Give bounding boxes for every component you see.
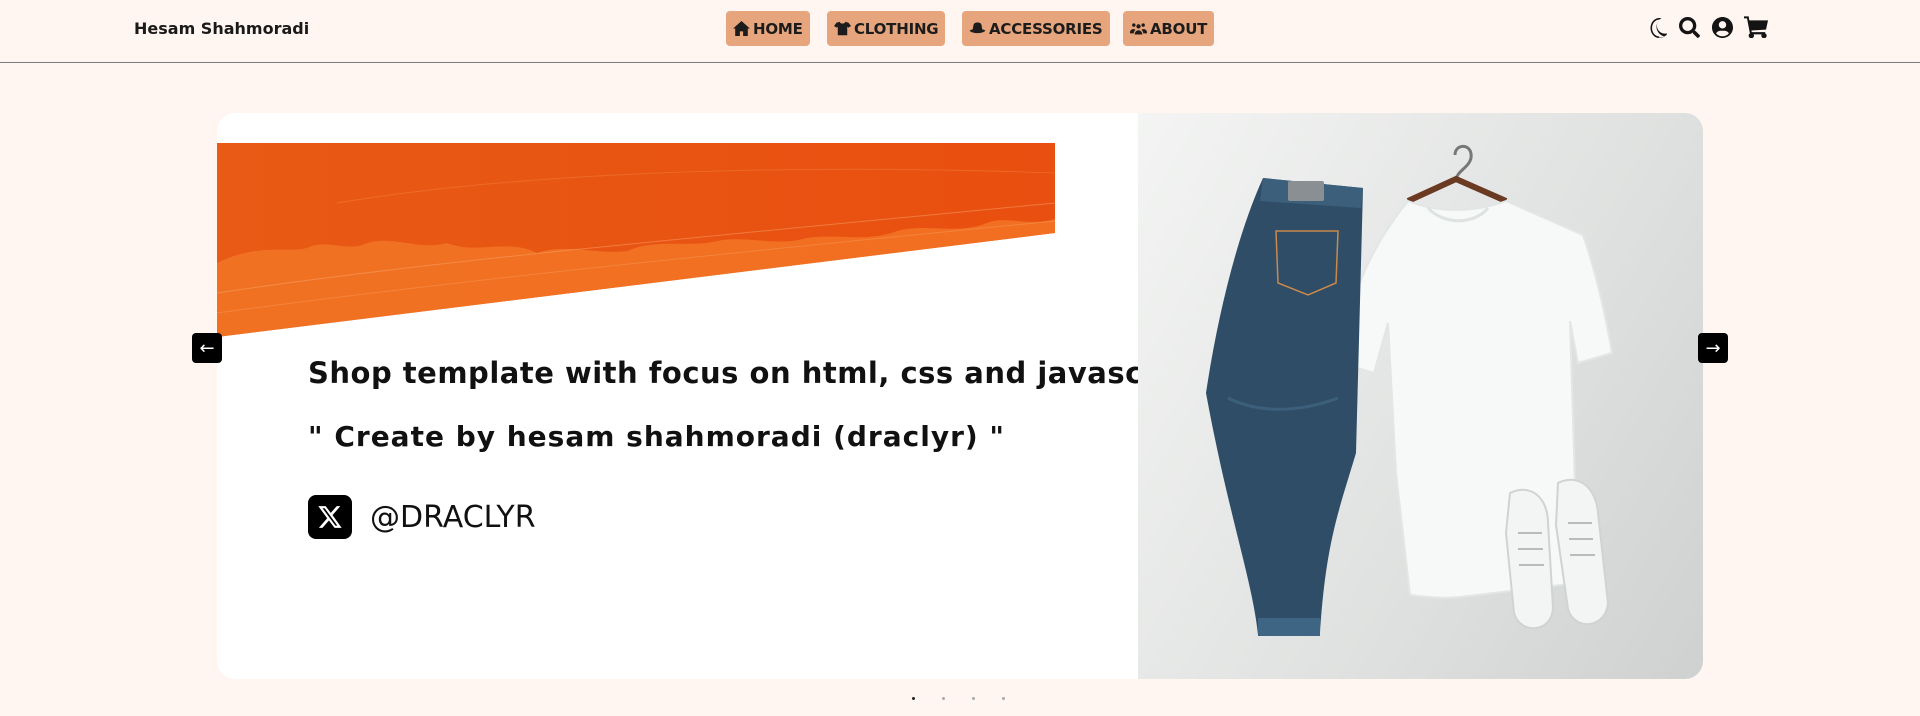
product-photo — [1138, 113, 1703, 679]
brand-name[interactable]: Hesam Shahmoradi — [134, 19, 309, 38]
nav-clothing-label: CLOTHING — [854, 19, 939, 38]
moon-icon[interactable] — [1649, 18, 1667, 38]
nav-home-label: HOME — [753, 19, 803, 38]
hanger-icon — [1453, 144, 1473, 182]
slider-dot[interactable] — [942, 697, 945, 700]
navbar: Hesam Shahmoradi HOME CLOTHING ACCESSORI… — [0, 0, 1920, 63]
x-logo-icon[interactable] — [308, 495, 352, 539]
shirt-icon — [834, 21, 851, 36]
slide-subline: " Create by hesam shahmoradi (draclyr) " — [308, 420, 1006, 453]
users-icon — [1130, 23, 1147, 35]
slider-dot[interactable] — [912, 697, 915, 700]
orange-banner — [217, 143, 1055, 337]
social-handle[interactable]: @DRACLYR — [370, 500, 536, 535]
slider-prev-button[interactable]: ← — [192, 333, 222, 363]
house-icon — [733, 21, 750, 36]
slider-next-button[interactable]: → — [1698, 333, 1728, 363]
slider-dot[interactable] — [1002, 697, 1005, 700]
nav-accessories-label: ACCESSORIES — [989, 19, 1103, 38]
nav-home-button[interactable]: HOME — [726, 11, 810, 46]
hat-icon — [969, 22, 986, 34]
nav-about-label: ABOUT — [1150, 19, 1208, 38]
search-icon[interactable] — [1679, 17, 1700, 38]
user-circle-icon[interactable] — [1712, 17, 1733, 38]
nav-accessories-button[interactable]: ACCESSORIES — [962, 11, 1110, 46]
slide-headline: Shop template with focus on html, css an… — [308, 356, 1216, 390]
nav-clothing-button[interactable]: CLOTHING — [827, 11, 946, 46]
slider-dot[interactable] — [972, 697, 975, 700]
hero-slider: Shop template with focus on html, css an… — [217, 113, 1703, 679]
nav-about-button[interactable]: ABOUT — [1123, 11, 1215, 46]
cart-icon[interactable] — [1744, 16, 1768, 38]
